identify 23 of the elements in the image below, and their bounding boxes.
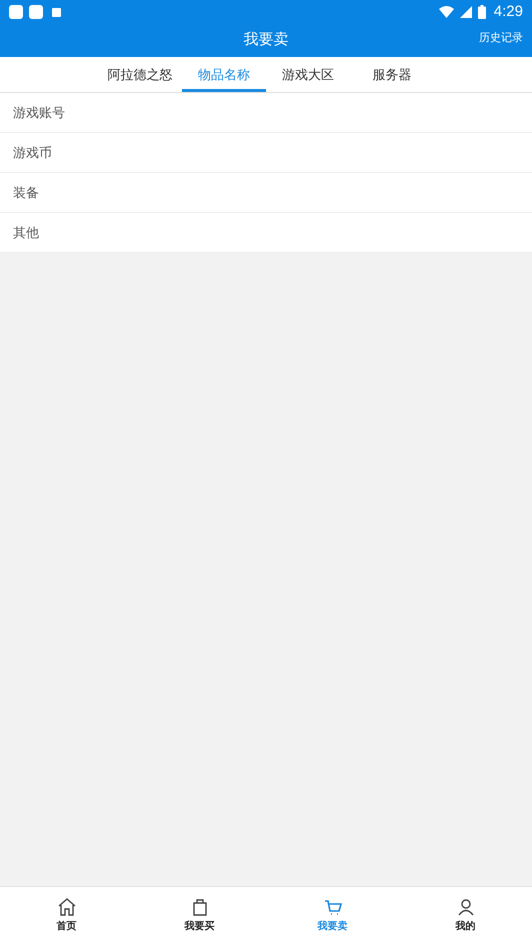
cart-icon	[322, 897, 342, 917]
notification-icon	[52, 8, 61, 16]
list-item[interactable]: 游戏账号	[0, 93, 532, 133]
tab[interactable]: 阿拉德之怒	[98, 57, 182, 92]
tab[interactable]: 游戏大区	[266, 57, 350, 92]
nav-tab[interactable]: 首页	[0, 887, 133, 944]
signal-icon	[460, 6, 472, 18]
status-time: 4:29	[494, 2, 523, 22]
nav-tab[interactable]: 我要买	[133, 887, 266, 944]
notification-icon	[29, 5, 43, 19]
history-link[interactable]: 历史记录	[479, 30, 523, 46]
notification-icon	[9, 5, 23, 19]
tab[interactable]: 服务器	[350, 57, 434, 92]
page-title: 我要卖	[244, 30, 288, 50]
nav-tab[interactable]: 我要卖	[266, 887, 399, 944]
list-item[interactable]: 装备	[0, 173, 532, 213]
person-icon	[456, 897, 476, 917]
list-item[interactable]: 其他	[0, 213, 532, 253]
home-icon	[56, 897, 76, 917]
nav-tab[interactable]: 我的	[399, 887, 532, 944]
battery-icon	[478, 5, 486, 19]
wifi-icon	[438, 6, 454, 18]
list-item[interactable]: 游戏币	[0, 133, 532, 173]
